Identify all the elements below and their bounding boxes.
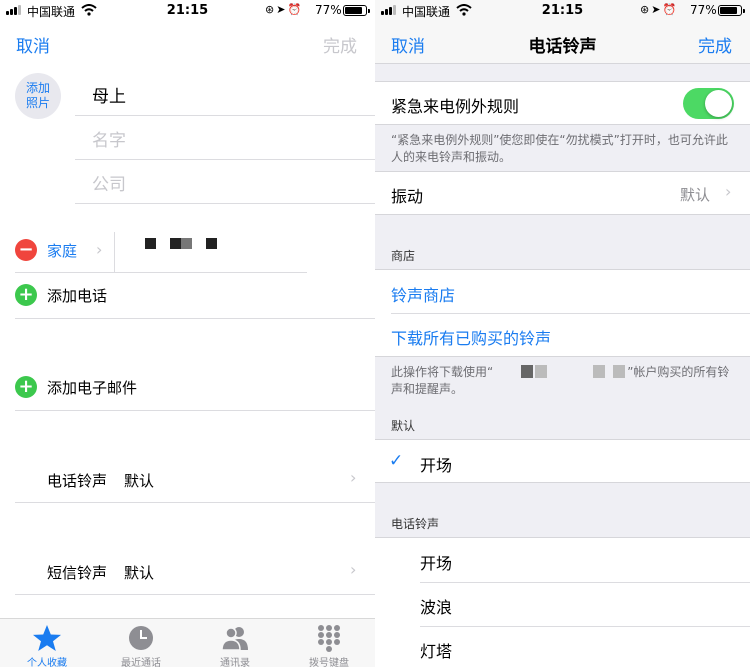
checkmark-icon: ✓: [389, 451, 404, 471]
emergency-bypass-toggle[interactable]: [683, 88, 734, 119]
download-note-start: 此操作将下载使用“: [391, 365, 494, 379]
text-tone-value: 默认: [124, 564, 155, 582]
ringtone-item-label: 开场: [420, 554, 453, 573]
vibration-value: 默认: [680, 186, 711, 204]
tab-bar: 个人收藏 最近通话 通讯录 拨号键盘: [0, 618, 375, 667]
add-phone-label[interactable]: 添加电话: [47, 285, 107, 306]
ringtone-item-label: 灯塔: [420, 642, 453, 661]
default-ringtone-row[interactable]: 开场: [375, 439, 750, 483]
tab-contacts[interactable]: 通讯录: [188, 619, 282, 667]
store-section-header: 商店: [391, 249, 416, 263]
add-phone-button[interactable]: +: [15, 284, 37, 306]
tone-store-link[interactable]: 铃声商店: [391, 282, 455, 306]
status-bar: 中国联通 21:15 ⊛➤⏰ 77%: [375, 0, 750, 20]
add-email-button[interactable]: +: [15, 376, 37, 398]
clock-icon: [129, 626, 153, 650]
ringtone-item[interactable]: 开场: [375, 538, 750, 582]
ringtone-item-label: 波浪: [420, 598, 453, 617]
chevron-right-icon: ›: [725, 182, 732, 201]
ringtone-row[interactable]: 电话铃声 默认 ›: [0, 456, 375, 502]
orientation-lock-icon: ⊛: [265, 3, 277, 16]
add-photo-line2: 照片: [25, 96, 50, 110]
company-field[interactable]: 公司: [92, 170, 126, 195]
tab-favorites[interactable]: 个人收藏: [0, 619, 94, 667]
ringtone-screen: 中国联通 21:15 ⊛➤⏰ 77% 取消 电话铃声 完成 紧急来电例外规则 “…: [375, 0, 750, 667]
contacts-icon: [221, 627, 248, 651]
battery-percent: 77%: [315, 3, 342, 17]
status-icons: ⊛➤⏰: [265, 3, 303, 16]
store-group: 铃声商店 下载所有已购买的铃声: [375, 269, 750, 357]
default-ringtone-label: 开场: [420, 456, 453, 475]
location-icon: ➤: [651, 3, 663, 16]
ringtone-item[interactable]: 灯塔: [375, 626, 750, 667]
location-icon: ➤: [276, 3, 288, 16]
star-icon: [33, 625, 61, 651]
keypad-icon: [318, 625, 340, 652]
text-tone-label: 短信铃声: [47, 564, 108, 582]
phone-label-selector[interactable]: 家庭: [47, 240, 77, 261]
emergency-bypass-note: “紧急来电例外规则”使您即使在“勿扰模式”打开时，也可允许此人的来电铃声和振动。: [391, 133, 728, 164]
ringtone-label: 电话铃声: [47, 472, 108, 490]
default-section-header: 默认: [391, 419, 416, 433]
tab-keypad-label: 拨号键盘: [309, 658, 349, 667]
download-all-purchased-link[interactable]: 下载所有已购买的铃声: [391, 325, 551, 349]
tab-recents[interactable]: 最近通话: [94, 619, 188, 667]
chevron-right-icon: ›: [350, 560, 357, 579]
edit-contact-screen: 中国联通 21:15 ⊛➤⏰ 77% 取消 完成 添加 照片 母上 名字 公司 …: [0, 0, 375, 667]
emergency-bypass-label: 紧急来电例外规则: [391, 97, 520, 116]
chevron-right-icon: ›: [96, 240, 103, 259]
ringtones-list: 开场 波浪 灯塔: [375, 537, 750, 667]
battery-percent: 77%: [690, 3, 717, 17]
ringtone-value: 默认: [124, 472, 155, 490]
delete-phone-button[interactable]: −: [15, 239, 37, 261]
text-tone-row[interactable]: 短信铃声 默认 ›: [0, 548, 375, 594]
add-email-label[interactable]: 添加电子邮件: [47, 377, 137, 398]
status-bar: 中国联通 21:15 ⊛➤⏰ 77%: [0, 0, 375, 20]
first-name-field[interactable]: 名字: [92, 126, 126, 151]
alarm-icon: ⏰: [662, 3, 679, 16]
done-button[interactable]: 完成: [323, 32, 357, 57]
add-photo-button[interactable]: 添加 照片: [15, 73, 61, 119]
cancel-button[interactable]: 取消: [16, 32, 50, 57]
last-name-field[interactable]: 母上: [92, 82, 126, 107]
alarm-icon: ⏰: [287, 3, 304, 16]
ringtone-item[interactable]: 波浪: [375, 582, 750, 626]
ringtones-section-header: 电话铃声: [391, 517, 440, 531]
tab-keypad[interactable]: 拨号键盘: [282, 619, 375, 667]
tab-favorites-label: 个人收藏: [27, 658, 67, 667]
tab-contacts-label: 通讯录: [220, 658, 250, 667]
vibration-label: 振动: [391, 187, 424, 206]
orientation-lock-icon: ⊛: [640, 3, 652, 16]
battery-icon: [718, 5, 745, 16]
status-icons: ⊛➤⏰: [640, 3, 678, 16]
battery-icon: [343, 5, 370, 16]
done-button[interactable]: 完成: [698, 32, 732, 57]
page-title: 电话铃声: [528, 37, 597, 57]
phone-number-field[interactable]: [125, 232, 305, 272]
vibration-row[interactable]: 振动 默认 ›: [375, 171, 750, 215]
add-photo-line1: 添加: [25, 81, 50, 95]
download-note: 此操作将下载使用“ ”帐户购买的所有铃声和提醒声。: [391, 364, 736, 398]
tab-recents-label: 最近通话: [121, 658, 161, 667]
chevron-right-icon: ›: [350, 468, 357, 487]
